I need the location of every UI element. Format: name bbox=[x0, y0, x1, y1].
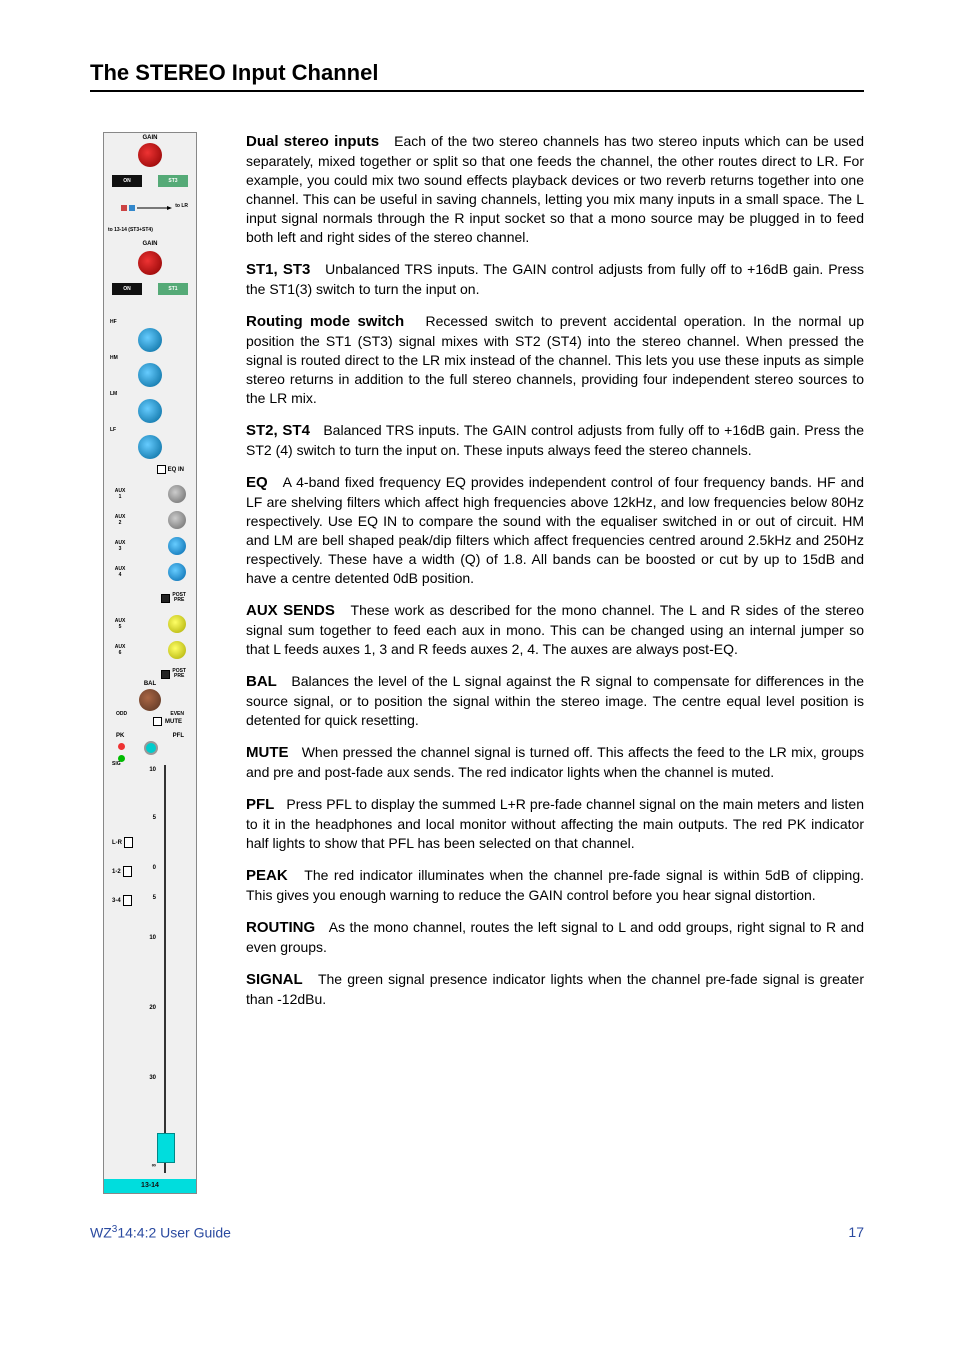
aux3-label: AUX 3 bbox=[114, 540, 126, 552]
post-pre-switch-1[interactable]: POSTPRE bbox=[161, 593, 186, 603]
bal-knob[interactable] bbox=[139, 689, 161, 711]
aux6-knob[interactable] bbox=[168, 641, 186, 659]
routing-title: ROUTING bbox=[246, 919, 315, 936]
page-number: 17 bbox=[848, 1224, 864, 1241]
aux1-label: AUX 1 bbox=[114, 488, 126, 500]
fader[interactable]: 10 5 0 5 10 20 30 ∞ bbox=[160, 765, 170, 1173]
aux-text: These work as described for the mono cha… bbox=[246, 602, 864, 657]
aux3-knob[interactable] bbox=[168, 537, 186, 555]
pk-label: PK bbox=[116, 733, 124, 739]
st24-title: ST2, ST4 bbox=[246, 422, 310, 439]
aux4-knob[interactable] bbox=[168, 563, 186, 581]
route-12[interactable]: 1-2 bbox=[112, 860, 133, 883]
gain-label-2: GAIN bbox=[104, 241, 196, 247]
bal-title: BAL bbox=[246, 673, 277, 690]
routing-buttons: L-R 1-2 3-4 bbox=[112, 825, 133, 918]
route-34[interactable]: 3-4 bbox=[112, 889, 133, 912]
gain-knob-1[interactable] bbox=[138, 143, 162, 167]
eq-hm-label: HM bbox=[110, 355, 118, 361]
st13-title: ST1, ST3 bbox=[246, 261, 310, 278]
routing-text: As the mono channel, routes the left sig… bbox=[246, 919, 864, 955]
aux2-knob[interactable] bbox=[168, 511, 186, 529]
gain-knob-2[interactable] bbox=[138, 251, 162, 275]
peak-text: The red indicator illuminates when the c… bbox=[246, 867, 864, 903]
mute-title: MUTE bbox=[246, 744, 289, 761]
st1-button[interactable]: ST1 bbox=[158, 283, 188, 295]
section-title: The STEREO Input Channel bbox=[90, 60, 864, 92]
aux6-label: AUX 6 bbox=[114, 644, 126, 656]
pk-led bbox=[118, 743, 125, 750]
st3-button[interactable]: ST3 bbox=[158, 175, 188, 187]
fader-cap[interactable] bbox=[157, 1133, 175, 1163]
peak-title: PEAK bbox=[246, 867, 288, 884]
aux5-label: AUX 5 bbox=[114, 618, 126, 630]
channel-diagram-column: GAIN ON ST3 to LR to 13-14 (ST3+ST4) GAI… bbox=[90, 132, 210, 1194]
eq-lm-label: LM bbox=[110, 391, 117, 397]
st24-text: Balanced TRS inputs. The GAIN control ad… bbox=[246, 422, 864, 458]
eq-hf-label: HF bbox=[110, 319, 117, 325]
routing-mode-title: Routing mode switch bbox=[246, 313, 404, 330]
channel-number-label: 13-14 bbox=[104, 1179, 196, 1193]
on-button-st3[interactable]: ON bbox=[112, 175, 142, 187]
signal-text: The green signal presence indicator ligh… bbox=[246, 971, 864, 1007]
eq-title: EQ bbox=[246, 474, 268, 491]
st13-text: Unbalanced TRS inputs. The GAIN control … bbox=[246, 261, 864, 297]
odd-label: ODD bbox=[116, 711, 127, 717]
mute-text: When pressed the channel signal is turne… bbox=[246, 744, 864, 780]
description-text: Dual stereo inputs Each of the two stere… bbox=[246, 132, 864, 1194]
bal-text: Balances the level of the L signal again… bbox=[246, 673, 864, 728]
pfl-button[interactable] bbox=[144, 741, 158, 755]
pfl-text: Press PFL to display the summed L+R pre-… bbox=[246, 796, 864, 851]
mute-switch[interactable]: MUTE bbox=[153, 717, 182, 726]
eq-lm-knob[interactable] bbox=[138, 399, 162, 423]
post-pre-switch-2[interactable]: POSTPRE bbox=[161, 669, 186, 679]
to-channel-label: to 13-14 (ST3+ST4) bbox=[108, 227, 153, 233]
pfl-label: PFL bbox=[173, 733, 184, 739]
on-button-st1[interactable]: ON bbox=[112, 283, 142, 295]
to-lr-label: to LR bbox=[175, 203, 188, 209]
footer-model: WZ314:4:2 User Guide bbox=[90, 1224, 231, 1241]
eq-hf-knob[interactable] bbox=[138, 328, 162, 352]
bal-label: BAL bbox=[104, 681, 196, 687]
aux5-knob[interactable] bbox=[168, 615, 186, 633]
dual-stereo-title: Dual stereo inputs bbox=[246, 133, 379, 150]
routing-mode-switch[interactable]: to LR bbox=[114, 203, 186, 223]
aux-title: AUX SENDS bbox=[246, 602, 335, 619]
gain-label-1: GAIN bbox=[104, 135, 196, 141]
eq-hm-knob[interactable] bbox=[138, 363, 162, 387]
signal-title: SIGNAL bbox=[246, 971, 303, 988]
eq-lf-label: LF bbox=[110, 427, 116, 433]
aux2-label: AUX 2 bbox=[114, 514, 126, 526]
channel-strip-diagram: GAIN ON ST3 to LR to 13-14 (ST3+ST4) GAI… bbox=[103, 132, 197, 1194]
eq-lf-knob[interactable] bbox=[138, 435, 162, 459]
aux4-label: AUX 4 bbox=[114, 566, 126, 578]
pfl-title: PFL bbox=[246, 796, 274, 813]
eq-text: A 4-band fixed frequency EQ provides ind… bbox=[246, 474, 864, 586]
eq-in-switch[interactable]: EQ IN bbox=[157, 465, 184, 474]
page-footer: WZ314:4:2 User Guide 17 bbox=[90, 1224, 864, 1241]
aux1-knob[interactable] bbox=[168, 485, 186, 503]
route-lr[interactable]: L-R bbox=[112, 831, 133, 854]
